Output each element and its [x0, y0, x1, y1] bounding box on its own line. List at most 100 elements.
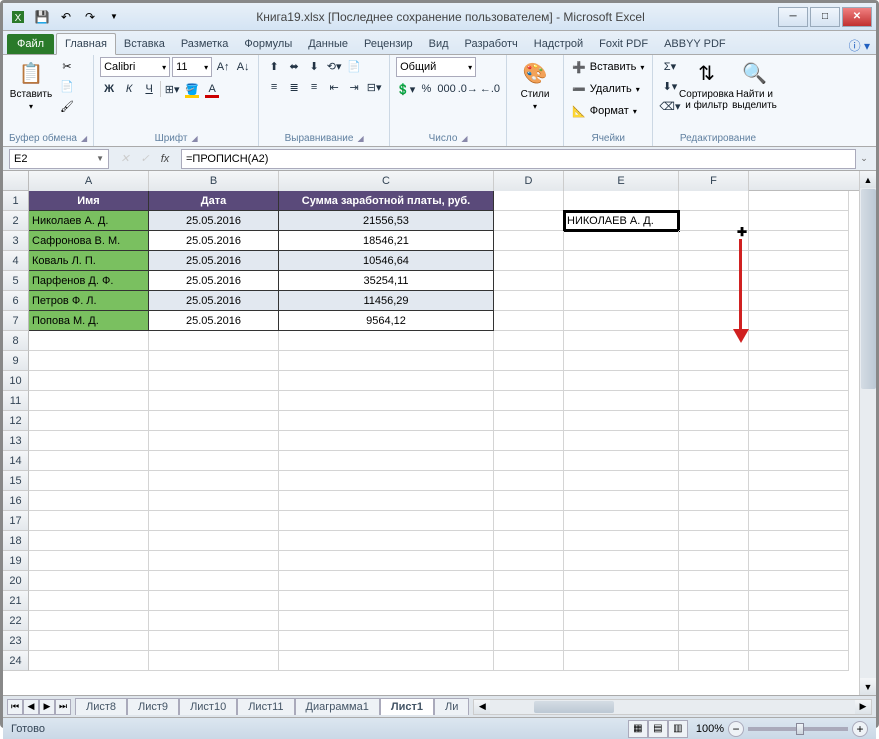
cell-B23[interactable]	[149, 631, 279, 651]
cell-F23[interactable]	[679, 631, 749, 651]
cell-G21[interactable]	[749, 591, 849, 611]
cell-F18[interactable]	[679, 531, 749, 551]
tab-insert[interactable]: Вставка	[116, 34, 173, 54]
sheet-tab[interactable]: Диаграмма1	[295, 698, 380, 715]
cell-E4[interactable]	[564, 251, 679, 271]
cell-B5[interactable]: 25.05.2016	[149, 271, 279, 291]
row-header[interactable]: 24	[3, 651, 29, 671]
cell-E16[interactable]	[564, 491, 679, 511]
cell-G24[interactable]	[749, 651, 849, 671]
currency-icon[interactable]: 💲▾	[396, 80, 415, 98]
cell-E8[interactable]	[564, 331, 679, 351]
find-select-button[interactable]: 🔍 Найти и выделить	[733, 57, 777, 111]
cell-D18[interactable]	[494, 531, 564, 551]
cell-C15[interactable]	[279, 471, 494, 491]
cell-B11[interactable]	[149, 391, 279, 411]
cell-E24[interactable]	[564, 651, 679, 671]
cell-A16[interactable]	[29, 491, 149, 511]
cell-E12[interactable]	[564, 411, 679, 431]
number-launcher-icon[interactable]: ◢	[461, 134, 467, 143]
cell-C10[interactable]	[279, 371, 494, 391]
tab-home[interactable]: Главная	[56, 33, 116, 55]
cell-D8[interactable]	[494, 331, 564, 351]
format-painter-icon[interactable]: 🖌	[57, 97, 77, 115]
scroll-right-icon[interactable]: ▶	[855, 700, 871, 714]
cell-F9[interactable]	[679, 351, 749, 371]
hscroll-thumb[interactable]	[534, 701, 614, 713]
row-header[interactable]: 18	[3, 531, 29, 551]
bold-button[interactable]: Ж	[100, 80, 118, 98]
cell-B12[interactable]	[149, 411, 279, 431]
cell-G19[interactable]	[749, 551, 849, 571]
cell-B3[interactable]: 25.05.2016	[149, 231, 279, 251]
cell-B21[interactable]	[149, 591, 279, 611]
cell-A14[interactable]	[29, 451, 149, 471]
wrap-text-icon[interactable]: 📄	[345, 57, 363, 75]
sheet-tab[interactable]: Лист10	[179, 698, 237, 715]
tab-data[interactable]: Данные	[300, 34, 356, 54]
tab-nav-prev-icon[interactable]: ◀	[23, 699, 39, 715]
cell-B24[interactable]	[149, 651, 279, 671]
cell-A17[interactable]	[29, 511, 149, 531]
cell-A2[interactable]: Николаев А. Д.	[29, 211, 149, 231]
cell-A12[interactable]	[29, 411, 149, 431]
cell-G6[interactable]	[749, 291, 849, 311]
cell-B15[interactable]	[149, 471, 279, 491]
zoom-slider[interactable]	[748, 727, 848, 731]
tab-view[interactable]: Вид	[421, 34, 457, 54]
expand-formula-bar-icon[interactable]: ⌄	[856, 149, 872, 169]
qat-dropdown-icon[interactable]: ▼	[103, 6, 125, 28]
row-header[interactable]: 20	[3, 571, 29, 591]
cell-A7[interactable]: Попова М. Д.	[29, 311, 149, 331]
row-header[interactable]: 8	[3, 331, 29, 351]
cell-B8[interactable]	[149, 331, 279, 351]
decrease-decimal-icon[interactable]: ←.0	[480, 80, 500, 98]
col-header-F[interactable]: F	[679, 171, 749, 191]
comma-icon[interactable]: 000	[437, 80, 455, 98]
cell-E1[interactable]	[564, 191, 679, 211]
cell-E11[interactable]	[564, 391, 679, 411]
cell-B10[interactable]	[149, 371, 279, 391]
sort-filter-button[interactable]: ⇅ Сортировка и фильтр	[685, 57, 729, 111]
cell-D5[interactable]	[494, 271, 564, 291]
row-header[interactable]: 7	[3, 311, 29, 331]
cell-D12[interactable]	[494, 411, 564, 431]
cell-C19[interactable]	[279, 551, 494, 571]
zoom-in-button[interactable]: +	[852, 721, 868, 737]
row-header[interactable]: 5	[3, 271, 29, 291]
cell-C18[interactable]	[279, 531, 494, 551]
cell-C14[interactable]	[279, 451, 494, 471]
cell-D17[interactable]	[494, 511, 564, 531]
cell-G7[interactable]	[749, 311, 849, 331]
cell-D3[interactable]	[494, 231, 564, 251]
grow-font-icon[interactable]: A↑	[214, 58, 232, 76]
cell-D13[interactable]	[494, 431, 564, 451]
tab-developer[interactable]: Разработч	[457, 34, 526, 54]
font-color-icon[interactable]: A	[203, 80, 221, 98]
percent-icon[interactable]: %	[417, 80, 435, 98]
cell-A15[interactable]	[29, 471, 149, 491]
cell-E7[interactable]	[564, 311, 679, 331]
row-header[interactable]: 2	[3, 211, 29, 231]
tab-review[interactable]: Рецензир	[356, 34, 421, 54]
cell-A20[interactable]	[29, 571, 149, 591]
cell-F16[interactable]	[679, 491, 749, 511]
cell-C12[interactable]	[279, 411, 494, 431]
cell-A24[interactable]	[29, 651, 149, 671]
help-icon[interactable]: ⓘ ▾	[849, 37, 870, 54]
cell-D19[interactable]	[494, 551, 564, 571]
cell-C8[interactable]	[279, 331, 494, 351]
fill-handle[interactable]: ✚	[737, 225, 749, 237]
paste-button[interactable]: 📋 Вставить ▾	[9, 57, 53, 111]
cell-D22[interactable]	[494, 611, 564, 631]
cell-G20[interactable]	[749, 571, 849, 591]
cell-G22[interactable]	[749, 611, 849, 631]
cell-F15[interactable]	[679, 471, 749, 491]
format-cells-button[interactable]: 📐Формат▾	[570, 101, 639, 121]
cell-A18[interactable]	[29, 531, 149, 551]
align-left-icon[interactable]: ≡	[265, 78, 283, 96]
cell-C4[interactable]: 10546,64	[279, 251, 494, 271]
normal-view-icon[interactable]: ▦	[628, 720, 648, 738]
fx-icon[interactable]: fx	[155, 149, 175, 169]
cell-C7[interactable]: 9564,12	[279, 311, 494, 331]
